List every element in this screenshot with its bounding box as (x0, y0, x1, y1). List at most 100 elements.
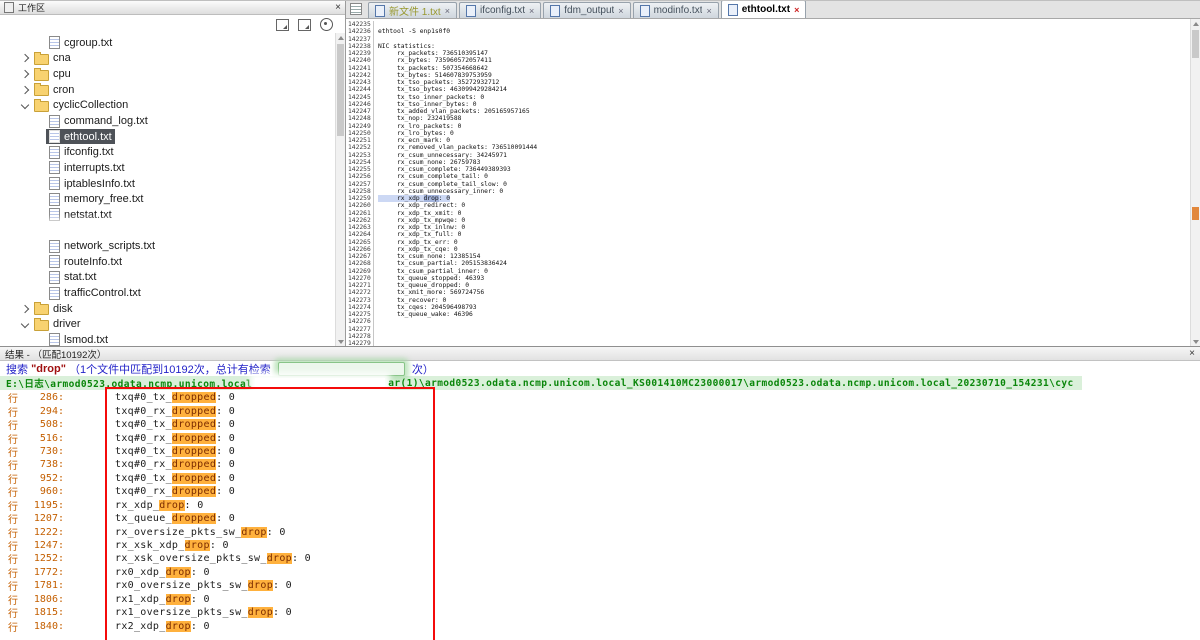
scroll-up-icon[interactable] (1191, 19, 1200, 28)
editor-line: 142265 rx_xdp_tx_err: 0 (346, 239, 1190, 246)
results-header: 结果 - （匹配10192次） × (0, 347, 1200, 361)
tree-item-file[interactable]: cgroup.txt (0, 35, 336, 51)
result-row[interactable]: 行1247:rx_xsk_xdp_drop: 0 (0, 539, 1200, 552)
result-row[interactable]: 行1840:rx2_xdp_drop: 0 (0, 619, 1200, 632)
result-file-path[interactable]: E:\日志\armod0523.odata.ncmp.unicom.local … (0, 376, 1082, 390)
tree-item-folder[interactable]: cyclicCollection (0, 98, 336, 114)
tree-item-file[interactable]: iptablesInfo.txt (0, 176, 336, 192)
result-row[interactable]: 行516:txq#0_rx_dropped: 0 (0, 431, 1200, 444)
tree-item-file[interactable]: routeInfo.txt (0, 254, 336, 270)
tree-item-label: network_scripts.txt (64, 240, 155, 252)
document-list-icon[interactable] (350, 3, 362, 15)
line-number: 142244 (346, 86, 374, 93)
tree-item-label: netstat.txt (64, 209, 112, 221)
scrollbar-thumb[interactable] (1192, 30, 1199, 58)
row-content: rx2_xdp_drop: 0 (115, 621, 210, 632)
line-text: rx_csum_unnecessary: 34245971 (378, 152, 507, 159)
row-line-number: 1772: (18, 567, 64, 578)
line-text: rx_csum_complete_tail_slow: 0 (378, 181, 507, 188)
editor-line: 142248 tx_nop: 232419588 (346, 115, 1190, 122)
result-row[interactable]: 行1222:rx_oversize_pkts_sw_drop: 0 (0, 525, 1200, 538)
line-text: tx_tso_inner_packets: 0 (378, 94, 484, 101)
line-text: tx_xmit_more: 569724756 (378, 289, 484, 296)
line-text: tx_csum_none: 12385154 (378, 253, 480, 260)
tree-item-redacted[interactable] (0, 223, 336, 239)
tree-item-folder[interactable]: driver (0, 317, 336, 333)
result-row[interactable]: 行1207:tx_queue_dropped: 0 (0, 512, 1200, 525)
result-row[interactable]: 行738:txq#0_rx_dropped: 0 (0, 458, 1200, 471)
result-row[interactable]: 行508:txq#0_tx_dropped: 0 (0, 418, 1200, 431)
tree-item-file[interactable]: ethtool.txt (0, 129, 336, 145)
tree-item-file[interactable]: command_log.txt (0, 113, 336, 129)
result-row[interactable]: 行1772:rx0_xdp_drop: 0 (0, 566, 1200, 579)
redaction-blur (255, 378, 385, 389)
tab-3[interactable]: modinfo.txt× (633, 2, 719, 18)
tree-item-file[interactable]: ifconfig.txt (0, 144, 336, 160)
line-number: 142249 (346, 123, 374, 130)
line-number: 142239 (346, 50, 374, 57)
editor-line: 142270 tx_queue_stopped: 46393 (346, 275, 1190, 282)
tree-item-folder[interactable]: cron (0, 82, 336, 98)
line-number: 142267 (346, 253, 374, 260)
result-row[interactable]: 行730:txq#0_tx_dropped: 0 (0, 445, 1200, 458)
tree-file-entry: interrupts.txt (46, 160, 128, 175)
scroll-up-icon[interactable] (336, 33, 345, 42)
editor-lines[interactable]: 142235142236ethtool -S enp1s0f0142237142… (346, 19, 1190, 346)
tab-2[interactable]: fdm_output× (543, 2, 630, 18)
editor-line: 142244 tx_tso_bytes: 463099429284214 (346, 86, 1190, 93)
editor-scrollbar[interactable] (1190, 19, 1200, 346)
tree-item-file[interactable]: interrupts.txt (0, 160, 336, 176)
tree-scrollbar[interactable] (335, 33, 345, 346)
tree-item-file[interactable]: stat.txt (0, 270, 336, 286)
line-number: 142254 (346, 159, 374, 166)
close-tab-icon[interactable]: × (618, 6, 623, 16)
tab-1[interactable]: ifconfig.txt × (459, 2, 541, 18)
result-row[interactable]: 行952:txq#0_tx_dropped: 0 (0, 472, 1200, 485)
result-row[interactable]: 行1252:rx_xsk_oversize_pkts_sw_drop: 0 (0, 552, 1200, 565)
close-tab-icon[interactable]: × (794, 5, 799, 15)
tab-4[interactable]: ethtool.txt× (721, 1, 807, 18)
result-row[interactable]: 行1781:rx0_oversize_pkts_sw_drop: 0 (0, 579, 1200, 592)
tree-item-file[interactable]: trafficControl.txt (0, 285, 336, 301)
row-text-pre: txq#0_tx_ (115, 473, 172, 484)
tree-item-folder[interactable]: cna (0, 51, 336, 67)
tab-0[interactable]: 新文件 1.txt× (368, 2, 457, 18)
result-row[interactable]: 行960:txq#0_rx_dropped: 0 (0, 485, 1200, 498)
line-number: 142247 (346, 108, 374, 115)
line-text: ethtool -S enp1s0f0 (378, 28, 450, 35)
line-number: 142238 (346, 43, 374, 50)
result-row[interactable]: 行294:txq#0_rx_dropped: 0 (0, 404, 1200, 417)
tree-item-folder[interactable]: disk (0, 301, 336, 317)
tree-file-entry: command_log.txt (46, 114, 151, 129)
tree-item-file[interactable]: netstat.txt (0, 207, 336, 223)
result-row[interactable]: 行1815:rx1_oversize_pkts_sw_drop: 0 (0, 606, 1200, 619)
document-icon (375, 5, 385, 17)
tree-item-file[interactable]: lsmod.txt (0, 332, 336, 346)
editor-line: 142254 rx_csum_none: 26759783 (346, 159, 1190, 166)
tree-item-label: cpu (53, 68, 71, 80)
result-row[interactable]: 行286:txq#0_tx_dropped: 0 (0, 391, 1200, 404)
close-panel-button[interactable]: × (335, 3, 341, 13)
sync-workspace-icon[interactable] (276, 19, 289, 31)
result-row[interactable]: 行1195:rx_xdp_drop: 0 (0, 499, 1200, 512)
collapse-all-icon[interactable] (298, 19, 311, 31)
editor-line: 142256 rx_csum_complete_tail: 0 (346, 173, 1190, 180)
result-row[interactable]: 行1806:rx1_xdp_drop: 0 (0, 593, 1200, 606)
tree-item-file[interactable]: memory_free.txt (0, 191, 336, 207)
line-text: rx_lro_bytes: 0 (378, 130, 454, 137)
close-tab-icon[interactable]: × (445, 6, 450, 16)
line-number: 142235 (346, 21, 374, 28)
tab-label: ifconfig.txt (480, 5, 525, 16)
line-number: 142242 (346, 72, 374, 79)
close-tab-icon[interactable]: × (529, 6, 534, 16)
line-text: rx_csum_complete_tail: 0 (378, 173, 488, 180)
scroll-down-icon[interactable] (1191, 337, 1200, 346)
tree-item-folder[interactable]: cpu (0, 66, 336, 82)
scroll-down-icon[interactable] (336, 337, 345, 346)
editor-line: 142273 tx_recover: 0 (346, 297, 1190, 304)
scrollbar-thumb[interactable] (337, 44, 344, 136)
close-results-button[interactable]: × (1189, 349, 1195, 359)
close-tab-icon[interactable]: × (706, 6, 711, 16)
tree-item-file[interactable]: network_scripts.txt (0, 238, 336, 254)
locate-file-icon[interactable] (320, 18, 333, 31)
